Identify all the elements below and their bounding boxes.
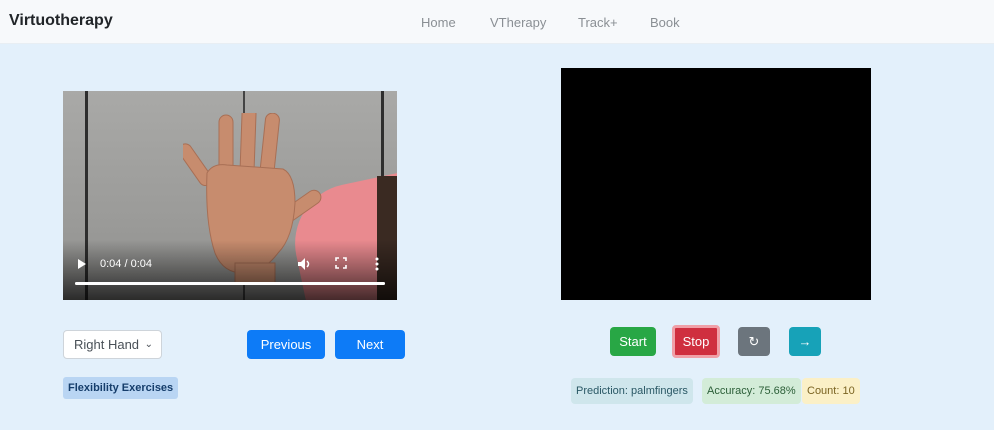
stop-button[interactable]: Stop [672, 325, 720, 358]
brand-logo[interactable]: Virtuotherapy [9, 12, 113, 30]
video-progress-bar[interactable] [75, 282, 385, 285]
more-vertical-icon[interactable] [375, 257, 379, 274]
volume-icon[interactable] [297, 257, 311, 274]
next-exercise-button[interactable]: → [789, 327, 821, 356]
nav-link-book[interactable]: Book [650, 15, 680, 30]
navbar: Virtuotherapy Home VTherapy Track+ Book [0, 0, 994, 44]
nav-link-vtherapy[interactable]: VTherapy [490, 15, 546, 30]
previous-button[interactable]: Previous [247, 330, 325, 359]
reset-button[interactable]: ↻ [738, 327, 770, 356]
hand-select-value: Right Hand [74, 337, 140, 352]
fullscreen-icon[interactable] [335, 257, 347, 272]
prediction-badge: Prediction: palmfingers [571, 378, 693, 404]
nav-link-home[interactable]: Home [421, 15, 456, 30]
video-time: 0:04 / 0:04 [100, 258, 152, 270]
play-icon[interactable] [77, 258, 87, 273]
accuracy-badge: Accuracy: 75.68% [702, 378, 801, 404]
refresh-icon: ↻ [748, 334, 760, 349]
chevron-down-icon: ⌄ [144, 339, 153, 350]
count-badge: Count: 10 [802, 378, 860, 404]
next-button[interactable]: Next [335, 330, 405, 359]
camera-feed [561, 68, 871, 300]
category-badge: Flexibility Exercises [63, 377, 179, 399]
nav-link-track[interactable]: Track+ [578, 15, 618, 30]
arrow-right-icon: → [798, 334, 812, 349]
video-progress-fill [75, 282, 385, 285]
start-button[interactable]: Start [610, 327, 656, 356]
exercise-video-player[interactable]: 0:04 / 0:04 [63, 91, 397, 300]
hand-select[interactable]: Right Hand ⌄ [63, 330, 162, 359]
